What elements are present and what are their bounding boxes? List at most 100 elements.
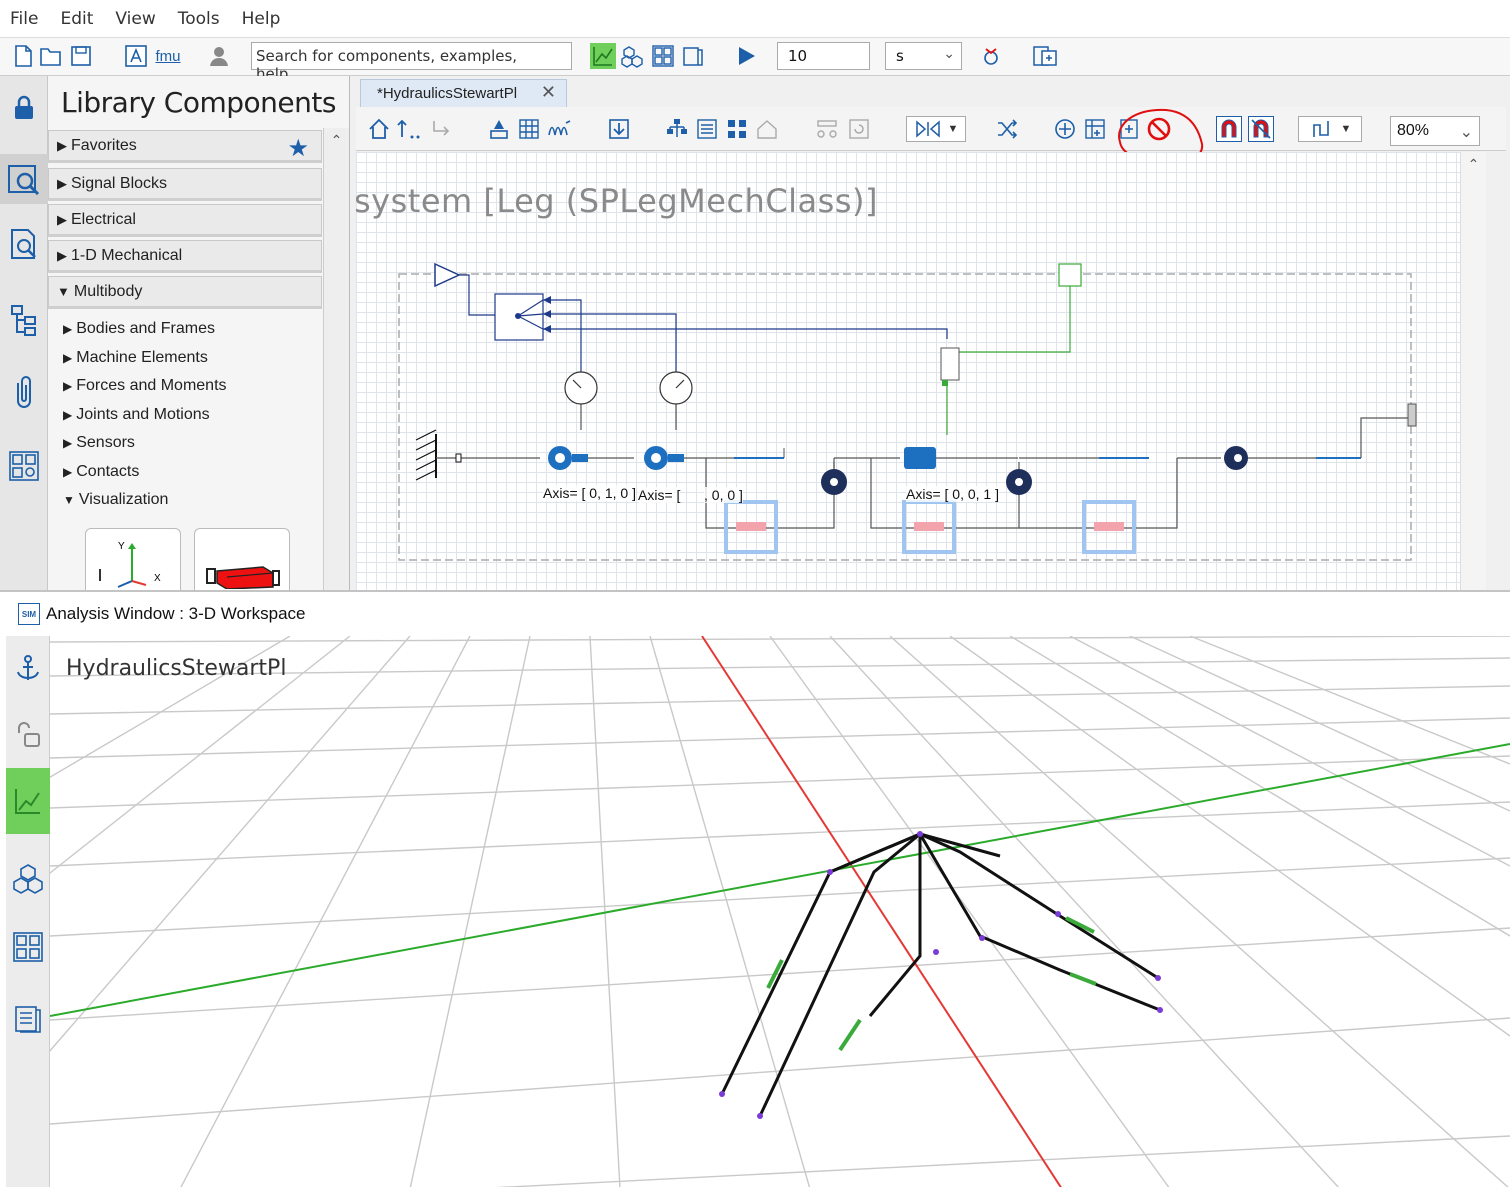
download-icon[interactable] — [606, 116, 632, 142]
cubes-icon[interactable] — [6, 846, 50, 912]
frame-axes-icon: Y X — [99, 541, 161, 588]
zoom-select[interactable]: 80% ⌄ — [1390, 116, 1480, 146]
analysis-left-bar — [6, 636, 50, 1187]
diagram-canvas[interactable]: system [Leg (SPLegMechClass)] Axis= [0,… — [356, 152, 1486, 590]
menu-edit[interactable]: Edit — [60, 9, 93, 29]
3d-view-icon[interactable] — [620, 43, 646, 69]
component-thumb-body[interactable] — [194, 528, 290, 590]
flip-dropdown[interactable]: ▼ — [906, 116, 966, 142]
lock-icon[interactable] — [6, 90, 42, 126]
analysis-titlebar: SIM Analysis Window : 3-D Workspace — [0, 592, 1510, 636]
document-list-icon[interactable] — [694, 116, 720, 142]
category-favorites[interactable]: ▶ Favorites ★ — [48, 130, 322, 163]
axis-label-prismatic: Axis= [ 0, 0, 1 ] — [906, 486, 999, 502]
tree-icon[interactable] — [6, 302, 42, 338]
debug-icon[interactable] — [978, 43, 1004, 69]
rotate-icon[interactable] — [846, 116, 872, 142]
open-folder-icon[interactable] — [38, 43, 64, 69]
library-scrollbar[interactable]: ⌃ — [323, 128, 349, 590]
subcategory-label: Contacts — [76, 463, 140, 480]
subcategory-label: Joints and Motions — [76, 406, 210, 423]
menu-help[interactable]: Help — [242, 9, 281, 29]
blocks-icon[interactable] — [724, 116, 750, 142]
clip-icon[interactable] — [6, 374, 42, 410]
category-1d-mechanical[interactable]: ▶ 1-D Mechanical — [48, 240, 322, 273]
star-icon[interactable]: ★ — [287, 134, 309, 163]
3d-workspace[interactable]: HydraulicsStewartPl — [50, 636, 1510, 1187]
search-library-icon[interactable] — [0, 154, 48, 204]
grid-icon[interactable] — [6, 448, 42, 484]
table-component-icon[interactable] — [516, 116, 542, 142]
export-icon[interactable] — [1032, 43, 1058, 69]
play-icon[interactable] — [733, 43, 759, 69]
save-icon[interactable] — [68, 43, 94, 69]
variable-icon[interactable] — [546, 116, 572, 142]
home-icon[interactable] — [366, 116, 392, 142]
zoom-value: 80% — [1397, 122, 1430, 139]
subcategory-contacts[interactable]: ▶ Contacts — [63, 459, 139, 485]
subcategory-label: Visualization — [78, 491, 169, 508]
group-icon[interactable] — [754, 116, 780, 142]
category-label: Signal Blocks — [71, 174, 168, 192]
component-thumb-frame[interactable]: Y X — [85, 528, 181, 590]
body-box-icon — [206, 566, 280, 590]
main-toolbar: fmu — [0, 38, 1510, 76]
down-level-icon[interactable] — [428, 116, 454, 142]
category-signal-blocks[interactable]: ▶ Signal Blocks — [48, 168, 322, 201]
route-dropdown[interactable]: ▼ — [1298, 116, 1362, 142]
diagram-editor: *HydraulicsStewartPl ✕ ▼ ▼ 80% ⌄ system … — [350, 76, 1510, 590]
subcategory-joints-motions[interactable]: ▶ Joints and Motions — [63, 402, 210, 428]
thumb-axis-y-label: Y — [118, 541, 125, 552]
menu-file[interactable]: File — [10, 9, 38, 29]
shuffle-icon[interactable] — [994, 116, 1020, 142]
subcategory-visualization[interactable]: ▼ Visualization — [63, 487, 168, 513]
menu-tools[interactable]: Tools — [178, 9, 220, 29]
left-icon-bar — [0, 76, 48, 590]
sim-logo-icon: SIM — [18, 603, 40, 625]
magnet-off-icon[interactable] — [1248, 116, 1274, 142]
chart-icon[interactable] — [6, 768, 50, 834]
up-level-icon[interactable] — [396, 116, 422, 142]
subcategory-sensors[interactable]: ▶ Sensors — [63, 430, 135, 456]
caret-right-icon: ▶ — [63, 436, 73, 450]
search-input[interactable]: Search for components, examples, help... — [251, 42, 572, 83]
sim-time-field[interactable]: 10 — [777, 42, 870, 70]
target-icon[interactable] — [1052, 116, 1078, 142]
tab-hydraulics-stewart[interactable]: *HydraulicsStewartPl ✕ — [360, 79, 567, 107]
dashboard-icon[interactable] — [650, 43, 676, 69]
caret-right-icon: ▶ — [63, 351, 73, 365]
editor-scrollbar[interactable]: ⌃ — [1460, 152, 1486, 590]
new-file-icon[interactable] — [10, 43, 36, 69]
unlock-icon[interactable] — [6, 702, 50, 768]
text-icon[interactable] — [123, 43, 149, 69]
workspace-model-label: HydraulicsStewartPl — [66, 656, 287, 681]
notebook-icon[interactable] — [6, 986, 50, 1052]
menu-view[interactable]: View — [115, 9, 155, 29]
category-label: Favorites — [71, 136, 137, 154]
close-icon[interactable]: ✕ — [541, 82, 556, 103]
fmu-button[interactable]: fmu — [153, 43, 183, 69]
add-table-icon[interactable] — [1082, 116, 1108, 142]
time-unit-select[interactable]: s ⌄ — [885, 42, 962, 70]
category-multibody[interactable]: ▼ Multibody — [48, 276, 322, 309]
subcategory-machine-elements[interactable]: ▶ Machine Elements — [63, 345, 208, 371]
user-icon[interactable] — [207, 43, 233, 69]
3d-scene — [50, 636, 1510, 1187]
book-icon[interactable] — [680, 43, 706, 69]
search-doc-icon[interactable] — [6, 226, 42, 262]
table-icon[interactable] — [6, 914, 50, 980]
magnet-icon[interactable] — [1216, 116, 1242, 142]
connect-icon[interactable] — [814, 116, 840, 142]
subcategory-forces-moments[interactable]: ▶ Forces and Moments — [63, 373, 227, 399]
subcategory-label: Machine Elements — [76, 349, 208, 366]
category-electrical[interactable]: ▶ Electrical — [48, 204, 322, 237]
hierarchy-icon[interactable] — [664, 116, 690, 142]
plot-icon[interactable] — [590, 43, 616, 69]
component-icon[interactable] — [486, 116, 512, 142]
caret-right-icon: ▶ — [63, 322, 73, 336]
thumb-axis-x-label: X — [154, 573, 161, 584]
caret-right-icon: ▶ — [63, 465, 73, 479]
subcategory-bodies-frames[interactable]: ▶ Bodies and Frames — [63, 316, 215, 342]
tab-label: *HydraulicsStewartPl — [377, 85, 518, 102]
anchor-icon[interactable] — [6, 636, 50, 702]
